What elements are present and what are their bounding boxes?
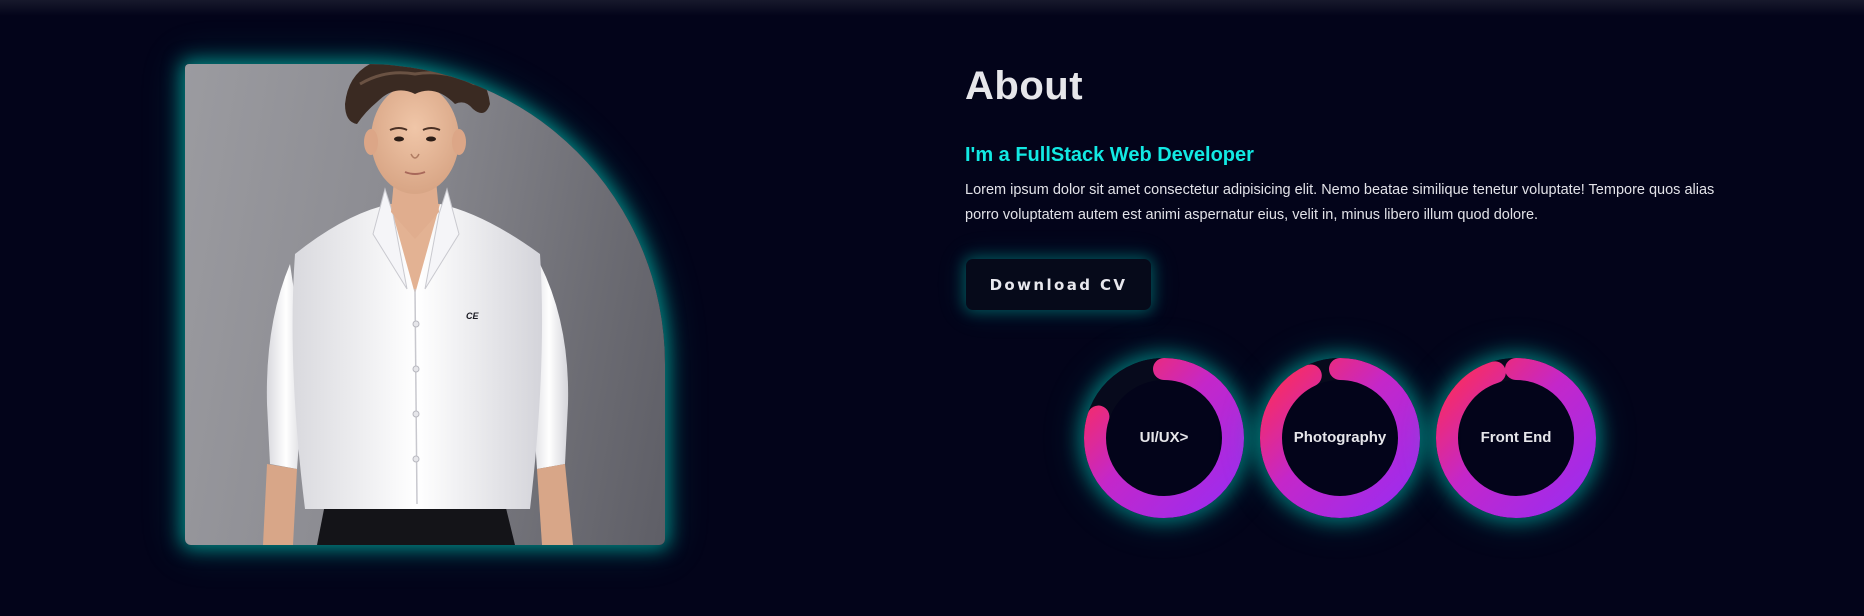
shirt-logo: CE [466, 311, 479, 321]
section-title: About [965, 64, 1084, 108]
skill-label: Photography [1293, 429, 1387, 446]
portrait-illustration: CE [263, 64, 573, 545]
role-heading: I'm a FullStack Web Developer [965, 144, 1254, 166]
skill-label: UI/UX> [1139, 429, 1189, 446]
skill-ring: Front End [1436, 358, 1596, 518]
download-cv-button[interactable]: Download CV [966, 259, 1151, 310]
top-shade [0, 0, 1864, 16]
skill-label: Front End [1480, 429, 1552, 446]
bio-paragraph: Lorem ipsum dolor sit amet consectetur a… [965, 182, 1715, 223]
skill-ring: Photography [1260, 358, 1420, 518]
profile-portrait: CE [185, 64, 665, 545]
skill-ring: UI/UX> [1084, 358, 1244, 518]
